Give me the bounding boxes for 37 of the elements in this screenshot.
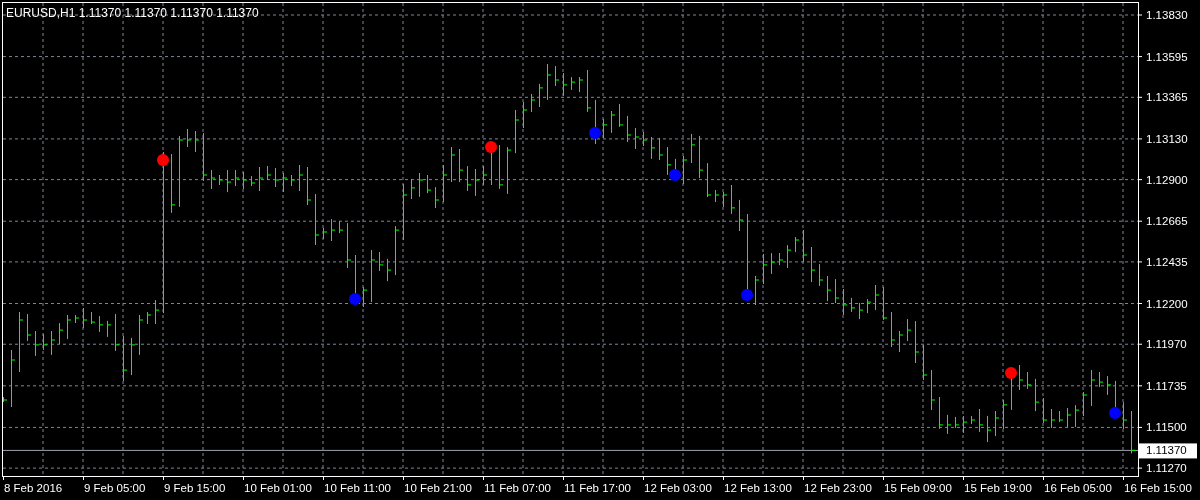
axis-label: 1.13130 [1146, 132, 1188, 145]
axis-label: 11 Feb 07:00 [484, 482, 551, 494]
axis-label: 12 Feb 03:00 [644, 482, 712, 494]
axis-label: 10 Feb 01:00 [244, 482, 312, 494]
signal-dot [349, 293, 361, 306]
axis-label: 1.12435 [1146, 255, 1188, 268]
axis-label: 1.12665 [1146, 215, 1188, 228]
axis-label: 10 Feb 21:00 [404, 482, 472, 494]
axis-label: 12 Feb 23:00 [804, 482, 872, 494]
axis-label: 10 Feb 11:00 [324, 482, 391, 494]
axis-label: 15 Feb 09:00 [884, 482, 952, 494]
chart-title: EURUSD,H1 1.11370 1.11370 1.11370 1.11370 [6, 6, 259, 20]
signal-dot [1005, 367, 1017, 380]
axis-label: 1.13595 [1146, 50, 1188, 63]
axis-label: 11 Feb 17:00 [564, 482, 631, 494]
axis-label: 1.12200 [1146, 297, 1188, 310]
axis-label: 9 Feb 05:00 [84, 482, 146, 494]
axis-label: 16 Feb 15:00 [1124, 482, 1192, 494]
axis-label: 1.11735 [1146, 379, 1187, 392]
signal-dot [741, 289, 753, 301]
axis-label: 1.13830 [1146, 9, 1188, 21]
axis-label: 8 Feb 2016 [4, 482, 63, 494]
axis-label: 1.11270 [1146, 462, 1187, 475]
signal-dot [669, 169, 681, 181]
signal-dot [1109, 407, 1121, 420]
axis-label: 15 Feb 19:00 [964, 482, 1032, 494]
signal-dot [157, 153, 169, 166]
axis-label: 1.13365 [1146, 91, 1188, 104]
axis-label: 16 Feb 05:00 [1044, 482, 1112, 494]
signal-dot [589, 127, 601, 140]
signal-dot [485, 141, 497, 154]
axis-label: 1.12900 [1146, 173, 1188, 186]
axis-label: 1.11500 [1146, 421, 1187, 434]
current-price-tag: 1.11370 [1139, 443, 1197, 459]
axis-label: 9 Feb 15:00 [164, 482, 226, 494]
axis-label: 1.11970 [1146, 338, 1187, 351]
axis-label: 12 Feb 13:00 [724, 482, 792, 494]
